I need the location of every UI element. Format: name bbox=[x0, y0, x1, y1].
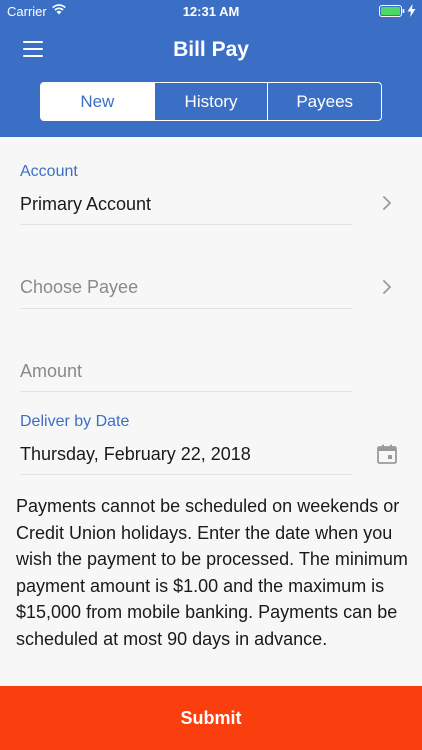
status-bar: Carrier 12:31 AM bbox=[0, 0, 422, 22]
account-label: Account bbox=[20, 163, 78, 180]
charging-bolt-icon bbox=[407, 4, 416, 17]
deliver-date-field[interactable]: Deliver by Date Thursday, February 22, 2… bbox=[20, 410, 352, 475]
calendar-icon[interactable] bbox=[377, 444, 397, 464]
account-value: Primary Account bbox=[20, 194, 152, 214]
submit-button[interactable]: Submit bbox=[0, 686, 422, 750]
deliver-date-value: Thursday, February 22, 2018 bbox=[20, 444, 251, 464]
page-title: Bill Pay bbox=[173, 38, 249, 61]
payee-field[interactable]: Choose Payee bbox=[20, 260, 352, 309]
tab-payees[interactable]: Payees bbox=[268, 83, 381, 120]
payee-placeholder: Choose Payee bbox=[20, 277, 139, 297]
battery-icon bbox=[379, 5, 405, 17]
tab-new[interactable]: New bbox=[41, 83, 155, 120]
amount-field[interactable]: Amount bbox=[20, 343, 352, 392]
header: Carrier 12:31 AM Bill Pay New History Pa… bbox=[0, 0, 422, 137]
bill-pay-screen: Carrier 12:31 AM Bill Pay New History Pa… bbox=[0, 0, 422, 750]
tab-bar: New History Payees bbox=[40, 82, 382, 121]
amount-placeholder: Amount bbox=[20, 361, 83, 381]
account-chevron-icon[interactable] bbox=[382, 196, 392, 210]
account-field[interactable]: Account Primary Account bbox=[20, 160, 352, 225]
deliver-date-label: Deliver by Date bbox=[20, 413, 130, 430]
payee-chevron-icon[interactable] bbox=[382, 280, 392, 294]
tab-history[interactable]: History bbox=[155, 83, 269, 120]
status-time: 12:31 AM bbox=[182, 4, 240, 19]
payment-info-text: Payments cannot be scheduled on weekends… bbox=[16, 496, 408, 649]
